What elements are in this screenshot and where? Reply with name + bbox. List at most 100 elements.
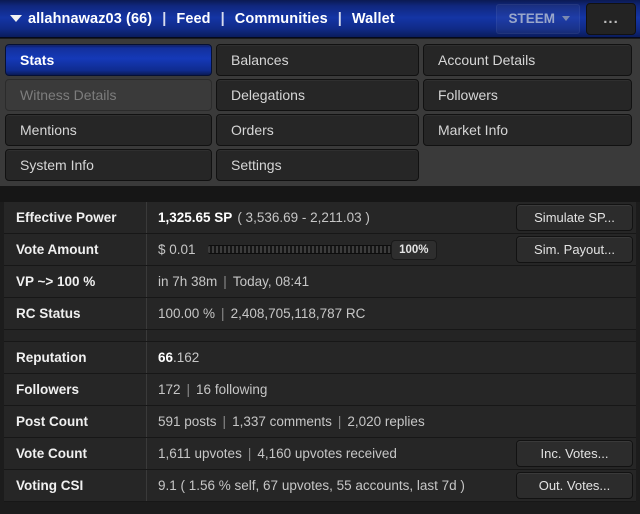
- vp-time-remaining: in 7h 38m: [158, 274, 218, 289]
- vp-eta: Today, 08:41: [232, 274, 310, 289]
- reputation-integer: 66: [158, 350, 174, 365]
- effective-power-value: 1,325.65 SP: [158, 210, 233, 225]
- row-value: 591 posts | 1,337 comments | 2,020 repli…: [147, 406, 636, 437]
- tab-cell: Balances: [214, 43, 421, 78]
- tab-system-info[interactable]: System Info: [5, 149, 212, 181]
- tab-cell: Mentions: [3, 113, 214, 148]
- tab-balances[interactable]: Balances: [216, 44, 419, 76]
- upvotes-received: 4,160 upvotes received: [257, 446, 397, 461]
- row-label: VP ~> 100 %: [4, 266, 147, 297]
- vote-amount-value: $ 0.01: [158, 242, 196, 257]
- outgoing-votes-button[interactable]: Out. Votes...: [516, 472, 633, 499]
- simulate-sp-button[interactable]: Simulate SP...: [516, 204, 633, 231]
- tab-cell: [421, 148, 634, 183]
- tab-followers[interactable]: Followers: [423, 79, 632, 111]
- tab-cell: Account Details: [421, 43, 634, 78]
- voting-power-percent: 100%: [391, 239, 437, 260]
- table-row-followers: Followers 172 | 16 following: [4, 374, 636, 406]
- nav-item-communities[interactable]: Communities: [233, 11, 330, 27]
- reputation-fraction: .162: [173, 350, 200, 365]
- stats-table: Effective Power 1,325.65 SP ( 3,536.69 -…: [0, 202, 640, 502]
- sim-payout-button[interactable]: Sim. Payout...: [516, 236, 633, 263]
- tab-cell: Settings: [214, 148, 421, 183]
- tab-cell: Witness Details: [3, 78, 214, 113]
- table-row-rc-status: RC Status 100.00 % | 2,408,705,118,787 R…: [4, 298, 636, 330]
- nav-item-feed[interactable]: Feed: [174, 11, 212, 27]
- tab-cell: System Info: [3, 148, 214, 183]
- table-row-vote-count: Vote Count 1,611 upvotes | 4,160 upvotes…: [4, 438, 636, 470]
- row-label: Effective Power: [4, 202, 147, 233]
- voting-csi-value: 9.1 ( 1.56 % self, 67 upvotes, 55 accoun…: [158, 478, 465, 493]
- row-value: 172 | 16 following: [147, 374, 636, 405]
- nav-separator-1: |: [162, 10, 167, 27]
- row-label-spacer: [4, 330, 147, 341]
- tab-empty-slot: [423, 149, 632, 181]
- followers-count: 172: [158, 382, 181, 397]
- value-separator: |: [221, 306, 225, 321]
- tab-grid: Stats Balances Account Details Witness D…: [0, 39, 640, 186]
- row-label: Followers: [4, 374, 147, 405]
- table-row-effective-power: Effective Power 1,325.65 SP ( 3,536.69 -…: [4, 202, 636, 234]
- following-count: 16 following: [196, 382, 268, 397]
- header-nav: allahnawaz03 (66) | Feed | Communities |…: [26, 11, 397, 27]
- replies-count: 2,020 replies: [347, 414, 425, 429]
- app-header: allahnawaz03 (66) | Feed | Communities |…: [0, 0, 640, 38]
- upvotes-given: 1,611 upvotes: [158, 446, 242, 461]
- comments-count: 1,337 comments: [232, 414, 332, 429]
- tab-witness-details: Witness Details: [5, 79, 212, 111]
- rc-amount: 2,408,705,118,787 RC: [230, 306, 366, 321]
- table-row-reputation: Reputation 66 .162: [4, 342, 636, 374]
- tab-cell: Delegations: [214, 78, 421, 113]
- table-row-vp-to-100: VP ~> 100 % in 7h 38m | Today, 08:41: [4, 266, 636, 298]
- tab-cell: Stats: [3, 43, 214, 78]
- value-separator: |: [337, 414, 342, 429]
- tab-cell: Orders: [214, 113, 421, 148]
- nav-separator-3: |: [337, 10, 342, 27]
- rc-percent: 100.00 %: [158, 306, 216, 321]
- account-menu-toggle[interactable]: [0, 15, 26, 22]
- tab-orders[interactable]: Orders: [216, 114, 419, 146]
- section-divider: [0, 186, 640, 202]
- row-value: in 7h 38m | Today, 08:41: [147, 266, 636, 297]
- table-row-post-count: Post Count 591 posts | 1,337 comments | …: [4, 406, 636, 438]
- overflow-menu-button[interactable]: ...: [586, 2, 636, 35]
- value-separator: |: [186, 382, 191, 397]
- tab-delegations[interactable]: Delegations: [216, 79, 419, 111]
- nav-separator-2: |: [220, 10, 225, 27]
- incoming-votes-button[interactable]: Inc. Votes...: [516, 440, 633, 467]
- row-label: Vote Amount: [4, 234, 147, 265]
- nav-account-name[interactable]: allahnawaz03 (66): [26, 11, 154, 27]
- row-label: Reputation: [4, 342, 147, 373]
- tab-mentions[interactable]: Mentions: [5, 114, 212, 146]
- row-value: 66 .162: [147, 342, 636, 373]
- currency-selector[interactable]: STEEM: [496, 3, 580, 34]
- row-value-spacer: [147, 330, 636, 341]
- row-label: Post Count: [4, 406, 147, 437]
- tab-account-details[interactable]: Account Details: [423, 44, 632, 76]
- header-right-controls: STEEM ...: [496, 0, 640, 37]
- table-section-gap: [4, 330, 636, 342]
- tab-market-info[interactable]: Market Info: [423, 114, 632, 146]
- value-separator: |: [223, 274, 227, 289]
- effective-power-range: ( 3,536.69 - 2,211.03 ): [237, 210, 370, 225]
- nav-item-wallet[interactable]: Wallet: [350, 11, 397, 27]
- app-window: allahnawaz03 (66) | Feed | Communities |…: [0, 0, 640, 514]
- table-row-voting-csi: Voting CSI 9.1 ( 1.56 % self, 67 upvotes…: [4, 470, 636, 502]
- row-label: Vote Count: [4, 438, 147, 469]
- row-label: RC Status: [4, 298, 147, 329]
- window-bottom-edge: [0, 510, 640, 514]
- value-separator: |: [222, 414, 227, 429]
- voting-power-bar: [207, 245, 393, 254]
- currency-label: STEEM: [508, 11, 555, 26]
- chevron-down-icon: [10, 15, 22, 22]
- tab-settings[interactable]: Settings: [216, 149, 419, 181]
- row-value: 100.00 % | 2,408,705,118,787 RC: [147, 298, 636, 329]
- tab-cell: Market Info: [421, 113, 634, 148]
- value-separator: |: [247, 446, 252, 461]
- voting-power-meter: 100%: [207, 239, 437, 260]
- row-label: Voting CSI: [4, 470, 147, 501]
- chevron-down-icon: [562, 16, 570, 21]
- tab-stats[interactable]: Stats: [5, 44, 212, 76]
- posts-count: 591 posts: [158, 414, 217, 429]
- table-row-vote-amount: Vote Amount $ 0.01 100% Sim. Payout...: [4, 234, 636, 266]
